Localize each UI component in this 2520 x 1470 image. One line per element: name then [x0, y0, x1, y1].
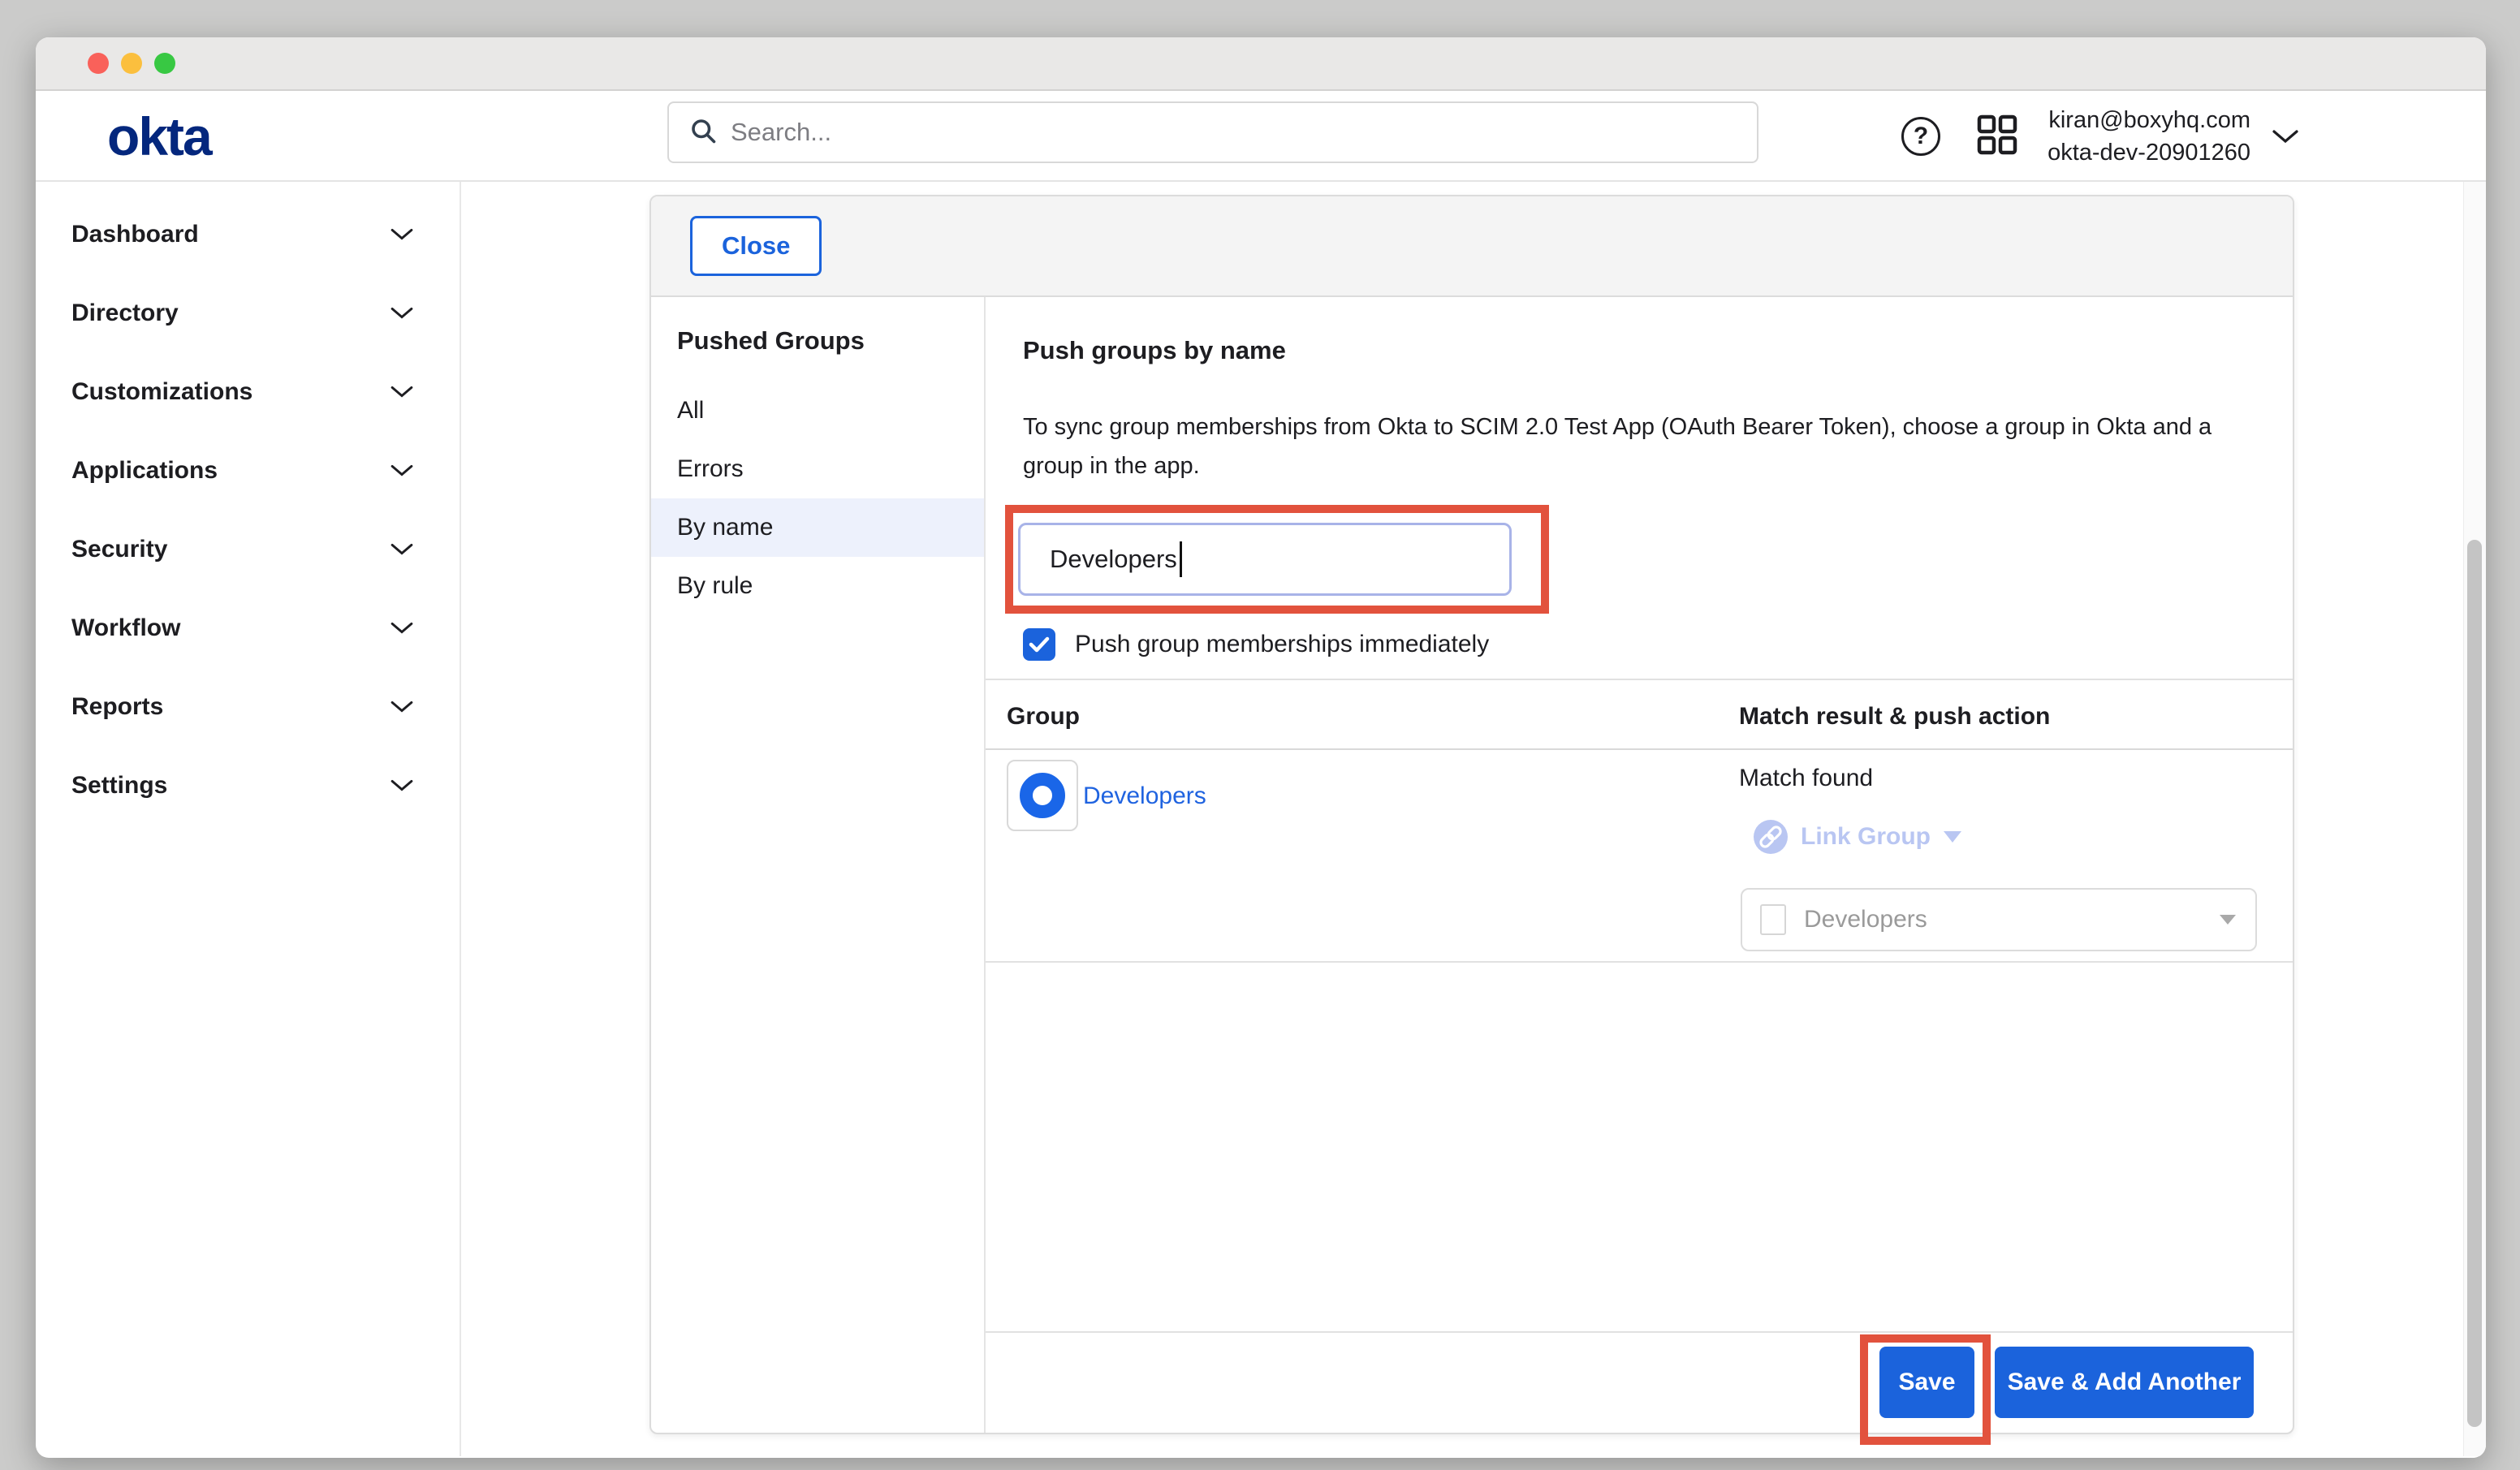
account-menu[interactable]: kiran@boxyhq.com okta-dev-20901260 [2048, 104, 2250, 169]
browser-window: okta Search... ? [36, 37, 2486, 1458]
push-immediately-label: Push group memberships immediately [1075, 631, 1489, 658]
nav-item-by-rule[interactable]: By rule [651, 557, 984, 615]
close-window-icon[interactable] [88, 53, 109, 74]
page-title: Push groups by name [1023, 336, 1286, 365]
sidebar-item-customizations[interactable]: Customizations [36, 352, 460, 431]
search-placeholder: Search... [731, 118, 831, 147]
group-placeholder-icon [1760, 904, 1786, 935]
sidebar-item-settings[interactable]: Settings [36, 746, 460, 825]
window-titlebar [36, 37, 2486, 91]
chevron-down-icon [390, 778, 414, 792]
nav-item-by-name[interactable]: By name [651, 498, 984, 557]
push-by-name-panel: Push groups by name To sync group member… [986, 297, 2293, 1433]
link-icon [1754, 820, 1788, 854]
nav-item-all[interactable]: All [651, 382, 984, 440]
apps-grid-icon[interactable] [1976, 114, 2018, 160]
column-header-match: Match result & push action [1739, 703, 2050, 731]
close-button[interactable]: Close [690, 216, 822, 276]
sidebar-item-dashboard[interactable]: Dashboard [36, 195, 460, 274]
top-navigation: okta Search... ? [36, 91, 2486, 182]
help-icon[interactable]: ? [1901, 117, 1940, 156]
caret-down-icon [1944, 831, 1961, 843]
column-header-group: Group [1007, 703, 1080, 731]
link-group-button[interactable]: Link Group [1754, 820, 1961, 854]
chevron-down-icon [390, 542, 414, 556]
account-org: okta-dev-20901260 [2048, 136, 2250, 169]
save-button[interactable]: Save [1879, 1347, 1974, 1418]
desktop: okta Search... ? [0, 0, 2520, 1470]
group-name-input[interactable]: Developers [1018, 523, 1512, 596]
table-top-border [986, 679, 2293, 680]
sidebar: Dashboard Directory Customizations Appli… [36, 182, 461, 1456]
nav-item-errors[interactable]: Errors [651, 440, 984, 498]
chevron-down-icon [390, 385, 414, 399]
group-icon [1020, 773, 1065, 818]
push-immediately-checkbox[interactable] [1023, 628, 1055, 661]
page-description: To sync group memberships from Okta to S… [1023, 407, 2241, 485]
footer-border [986, 1331, 2293, 1333]
content-area: Close Pushed Groups All Errors By name B… [461, 182, 2486, 1456]
sidebar-item-directory[interactable]: Directory [36, 274, 460, 352]
table-row-border [986, 961, 2293, 963]
search-input[interactable]: Search... [667, 101, 1758, 163]
table-header-border [986, 748, 2293, 750]
match-status: Match found [1739, 765, 1873, 792]
chevron-down-icon[interactable] [2272, 128, 2299, 144]
chevron-down-icon [390, 306, 414, 320]
chevron-down-icon [390, 621, 414, 635]
match-group-select[interactable]: Developers [1741, 888, 2257, 951]
group-avatar [1007, 760, 1078, 831]
sidebar-item-security[interactable]: Security [36, 510, 460, 588]
search-icon [688, 116, 718, 149]
card-header-band: Close [651, 196, 2293, 297]
account-email: kiran@boxyhq.com [2048, 104, 2250, 136]
scrollbar-thumb[interactable] [2467, 540, 2482, 1427]
save-add-another-button[interactable]: Save & Add Another [1995, 1347, 2254, 1418]
chevron-down-icon [390, 700, 414, 713]
okta-logo: okta [107, 106, 211, 167]
group-name-link[interactable]: Developers [1083, 782, 1206, 810]
pushed-groups-card: Close Pushed Groups All Errors By name B… [649, 195, 2294, 1434]
zoom-window-icon[interactable] [154, 53, 175, 74]
pushed-groups-title: Pushed Groups [651, 326, 984, 356]
minimize-window-icon[interactable] [121, 53, 142, 74]
vertical-scrollbar[interactable] [2463, 182, 2486, 1456]
pushed-groups-nav: Pushed Groups All Errors By name By rule [651, 297, 986, 1433]
sidebar-item-applications[interactable]: Applications [36, 431, 460, 510]
link-group-label: Link Group [1801, 823, 1931, 851]
sidebar-item-reports[interactable]: Reports [36, 667, 460, 746]
check-icon [1029, 636, 1050, 653]
chevron-down-icon [390, 227, 414, 241]
chevron-down-icon [390, 463, 414, 477]
sidebar-item-workflow[interactable]: Workflow [36, 588, 460, 667]
text-cursor [1180, 541, 1182, 577]
group-name-input-value: Developers [1050, 545, 1177, 574]
match-group-select-value: Developers [1804, 906, 2220, 933]
caret-down-icon [2220, 915, 2236, 925]
